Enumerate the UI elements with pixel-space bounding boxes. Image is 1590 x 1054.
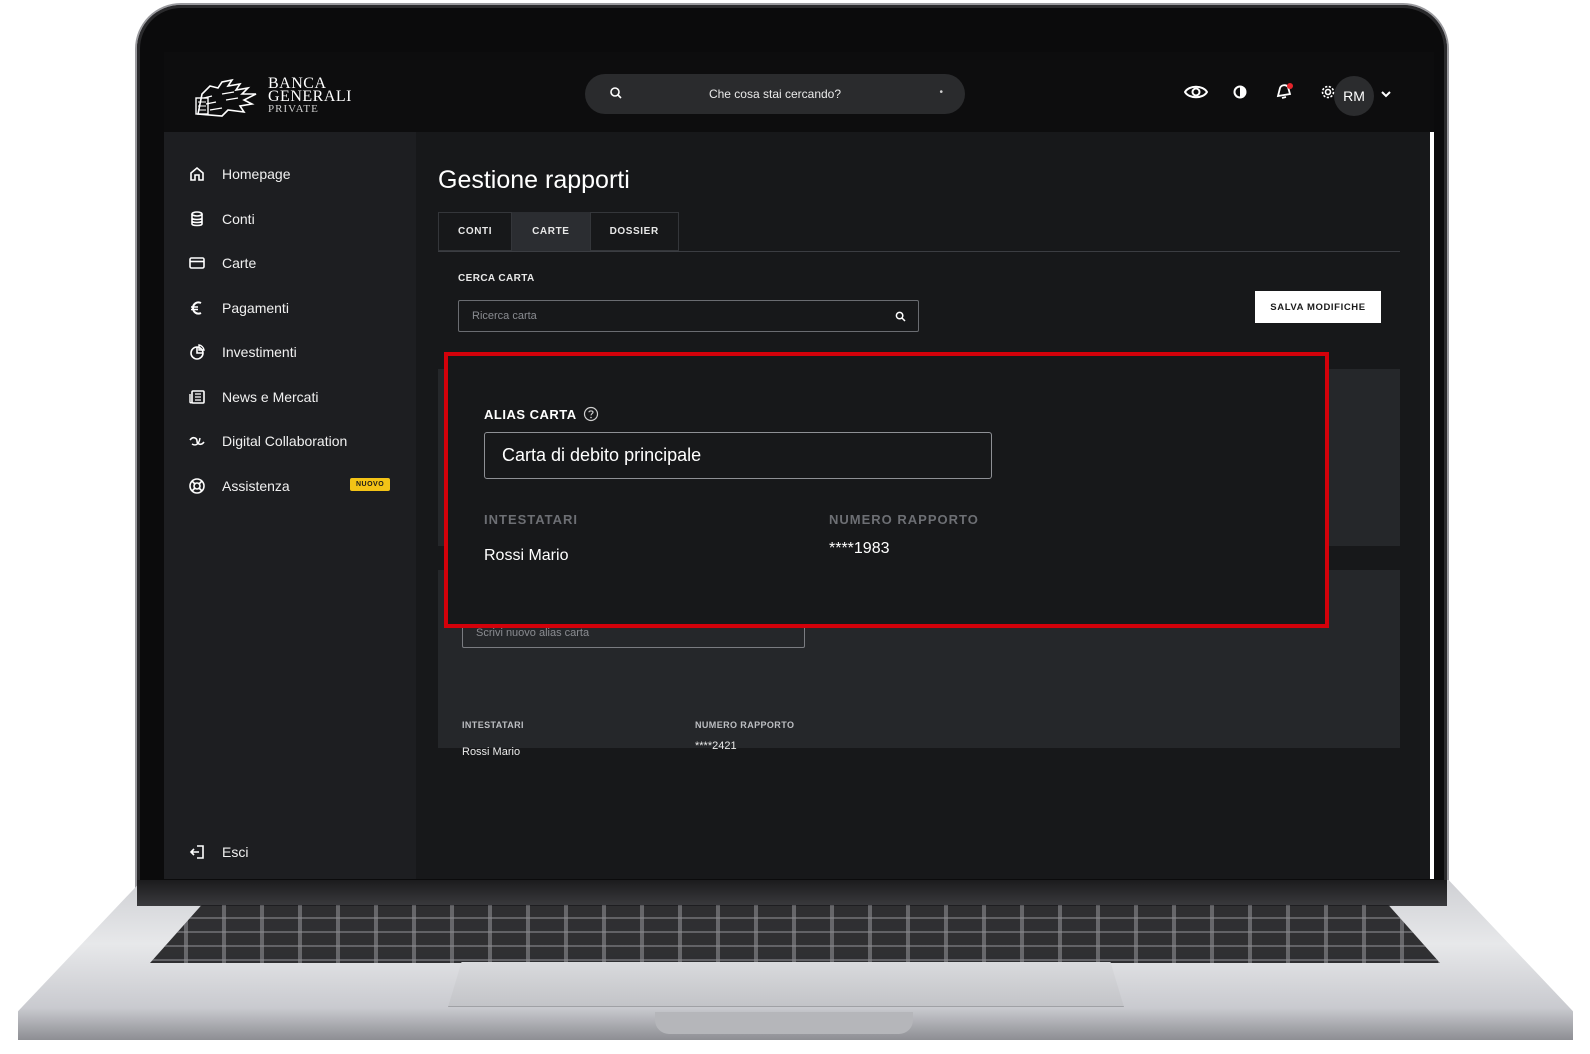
account-number-value: ****1983 xyxy=(829,540,890,557)
help-icon[interactable] xyxy=(583,406,599,422)
pie-chart-icon xyxy=(190,344,205,361)
sidebar-nav: Homepage Conti Carte Pagamenti Investime… xyxy=(188,152,408,508)
global-search-placeholder: Che cosa stai cercando? xyxy=(708,87,842,101)
new-badge: NUOVO xyxy=(350,477,391,491)
tab-dossier[interactable]: DOSSIER xyxy=(589,212,679,251)
account-number-label: NUMERO RAPPORTO xyxy=(829,512,979,527)
alias-input[interactable]: Carta di debito principale xyxy=(484,432,992,479)
brand-wordmark: BANCA GENERALI PRIVATE xyxy=(268,75,352,116)
user-avatar[interactable]: RM xyxy=(1334,76,1374,116)
search-dropdown-caret-icon[interactable]: • xyxy=(939,87,943,98)
home-icon xyxy=(190,167,204,182)
lifebuoy-icon xyxy=(189,477,205,494)
newspaper-icon xyxy=(189,389,205,404)
card-alias-placeholder: Scrivi nuovo alias carta xyxy=(476,627,590,639)
database-icon xyxy=(191,210,203,227)
holders-label: INTESTATARI xyxy=(462,720,524,730)
holders-value: Rossi Mario xyxy=(484,547,569,564)
tab-bar: CONTI CARTE DOSSIER xyxy=(438,212,679,251)
laptop-hinge xyxy=(137,880,1447,906)
sidebar-item-carte[interactable]: Carte xyxy=(188,241,408,286)
account-number-value: ****2421 xyxy=(695,740,737,752)
save-changes-button[interactable]: SALVA MODIFICHE xyxy=(1255,291,1381,323)
logout-button[interactable]: Esci xyxy=(188,843,248,861)
logout-label: Esci xyxy=(222,844,249,860)
tab-carte[interactable]: CARTE xyxy=(512,212,590,251)
sidebar-item-homepage[interactable]: Homepage xyxy=(188,152,408,197)
global-search-bar[interactable]: Che cosa stai cercando? • xyxy=(585,74,965,114)
euro-icon xyxy=(191,301,202,315)
holders-value: Rossi Mario xyxy=(462,746,521,758)
sidebar-item-assistenza[interactable]: Assistenza NUOVO xyxy=(188,464,408,509)
sidebar-item-news-e-mercati[interactable]: News e Mercati xyxy=(188,375,408,420)
header-actions xyxy=(1184,80,1340,104)
account-number-label: NUMERO RAPPORTO xyxy=(695,720,795,730)
brand-line-2: GENERALI xyxy=(268,87,352,105)
sidebar-item-label: Pagamenti xyxy=(222,299,289,316)
sidebar-item-label: Homepage xyxy=(222,166,291,183)
laptop-notch xyxy=(655,1012,913,1034)
tab-conti[interactable]: CONTI xyxy=(438,212,513,251)
sidebar-item-label: Carte xyxy=(222,255,257,272)
brand-logo[interactable]: BANCA GENERALI PRIVATE xyxy=(192,74,352,118)
logout-icon xyxy=(189,845,204,859)
sidebar: Homepage Conti Carte Pagamenti Investime… xyxy=(164,132,416,879)
tab-divider xyxy=(438,251,1400,252)
sidebar-item-label: Digital Collaboration xyxy=(222,433,348,450)
app-screen: BANCA GENERALI PRIVATE Che cosa stai cer… xyxy=(164,52,1434,879)
page-title: Gestione rapporti xyxy=(438,166,630,194)
alias-label-text: ALIAS CARTA xyxy=(484,406,577,422)
holders-label: INTESTATARI xyxy=(484,512,579,527)
sidebar-item-label: Investimenti xyxy=(222,344,297,361)
collaboration-icon xyxy=(189,437,205,446)
card-search-input[interactable]: Ricerca carta xyxy=(458,300,919,332)
notification-bell-icon[interactable] xyxy=(1272,80,1296,104)
contrast-icon[interactable] xyxy=(1228,80,1252,104)
laptop-keyboard-rows xyxy=(150,905,1440,963)
sidebar-item-investimenti[interactable]: Investimenti xyxy=(188,330,408,375)
laptop-trackpad xyxy=(448,962,1124,1007)
lion-logo-icon xyxy=(195,78,257,117)
sidebar-item-pagamenti[interactable]: Pagamenti xyxy=(188,286,408,331)
sidebar-item-digital-collaboration[interactable]: Digital Collaboration xyxy=(188,419,408,464)
sidebar-item-label: News e Mercati xyxy=(222,388,319,405)
highlighted-card-detail: ALIAS CARTA Carta di debito principale I… xyxy=(444,352,1329,628)
top-header: BANCA GENERALI PRIVATE Che cosa stai cer… xyxy=(164,52,1434,132)
card-search-label: CERCA CARTA xyxy=(458,273,535,284)
sidebar-item-label: Assistenza xyxy=(222,477,290,494)
alias-label: ALIAS CARTA xyxy=(484,406,599,422)
sidebar-item-conti[interactable]: Conti xyxy=(188,197,408,242)
card-search-placeholder: Ricerca carta xyxy=(472,310,537,322)
chevron-down-icon[interactable] xyxy=(1380,88,1392,100)
card-icon xyxy=(189,257,205,270)
eye-icon[interactable] xyxy=(1184,80,1208,104)
search-icon[interactable] xyxy=(895,311,906,322)
sidebar-item-label: Conti xyxy=(222,210,255,227)
page-scrollbar[interactable] xyxy=(1430,132,1434,879)
